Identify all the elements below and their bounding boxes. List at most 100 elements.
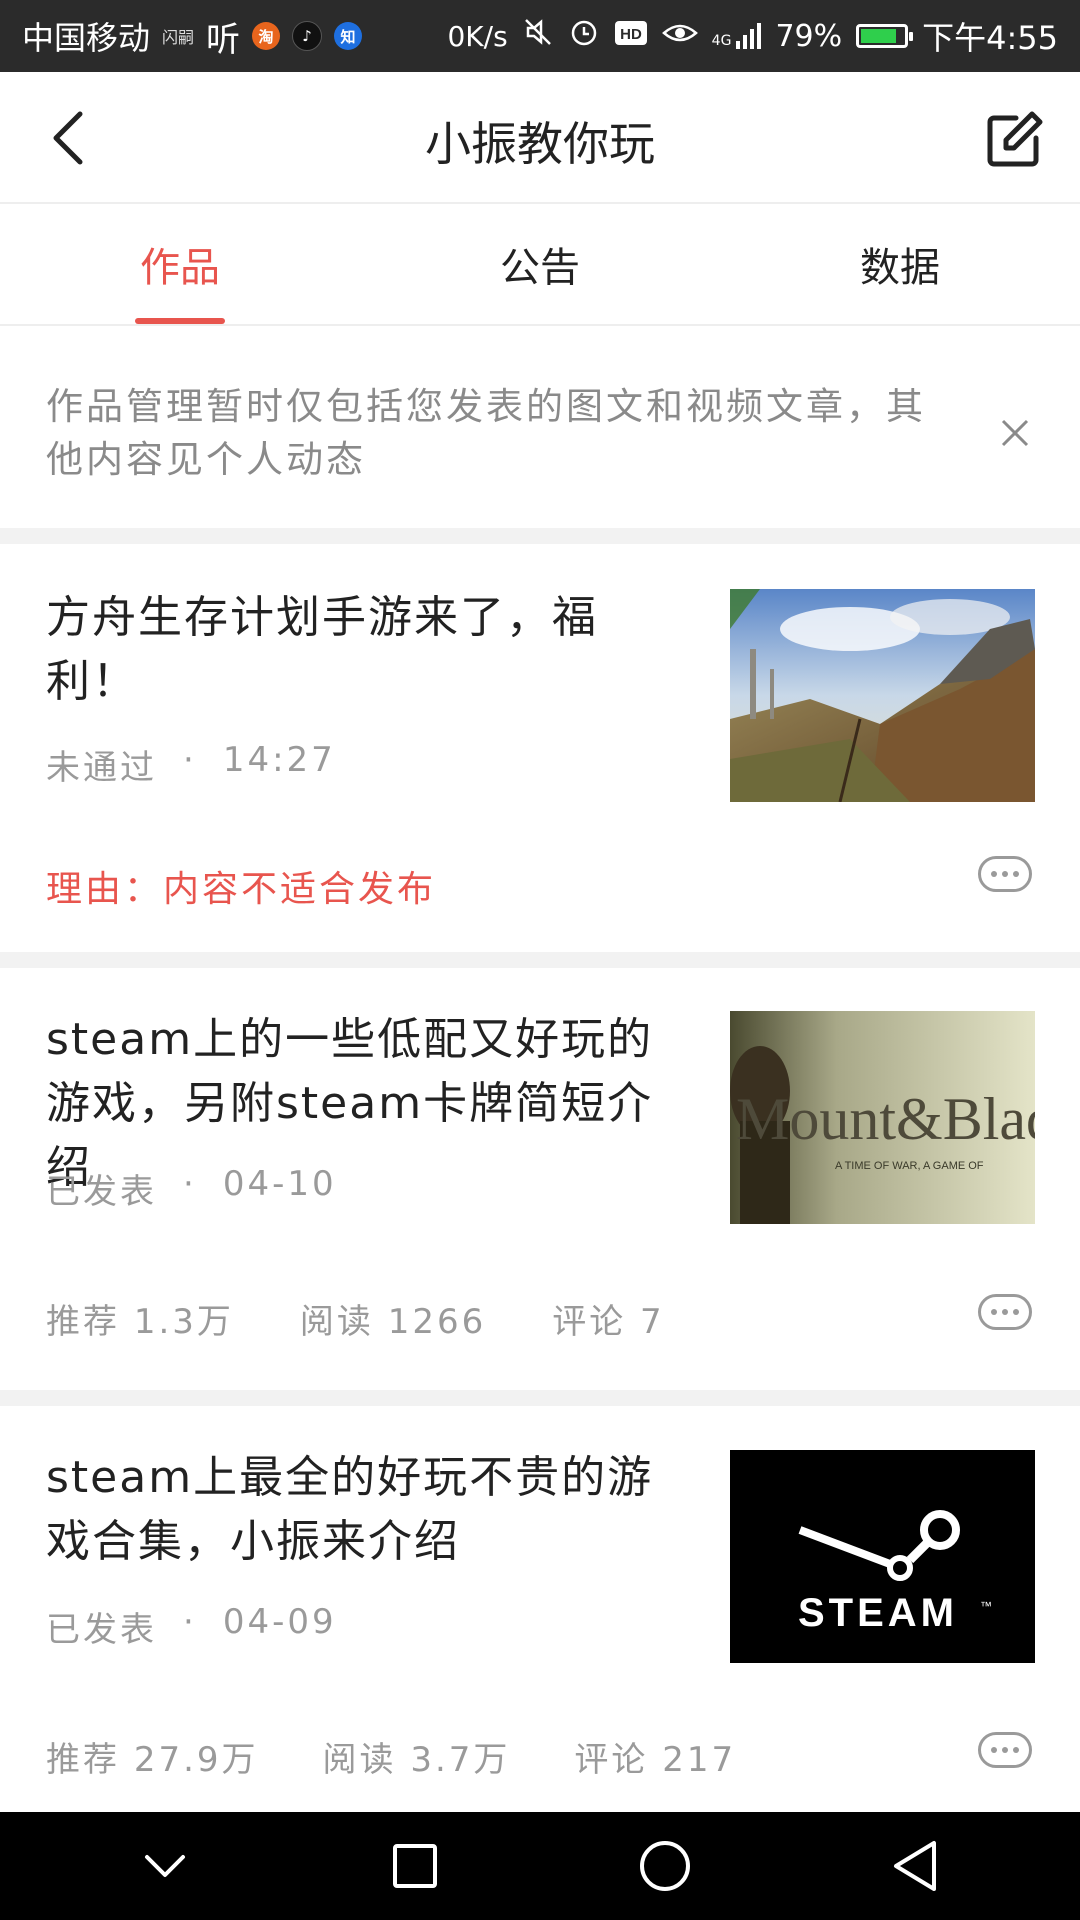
stat-recommend: 推荐 27.9万: [46, 1732, 259, 1781]
rejection-reason: 理由：内容不适合发布: [46, 869, 437, 910]
more-options-button[interactable]: [978, 856, 1032, 892]
zhihu-icon: 知: [334, 22, 363, 50]
section-divider: [0, 1390, 1080, 1406]
article-card[interactable]: steam上最全的好玩不贵的游戏合集，小振来介绍 已发表 · 04-09 STE…: [0, 1406, 1080, 1812]
article-thumbnail[interactable]: STEAM ™: [730, 1450, 1035, 1663]
tab-active-indicator: [135, 318, 225, 324]
stat-comment: 评论 7: [552, 1294, 664, 1343]
more-dot: [991, 1309, 997, 1315]
stat-value: 7: [640, 1302, 665, 1342]
article-thumbnail[interactable]: Mount&Blade A TIME OF WAR, A GAME OF: [730, 1011, 1035, 1224]
battery-fill: [861, 29, 896, 43]
steam-logo-image: STEAM ™: [730, 1450, 1035, 1663]
article-thumbnail[interactable]: [730, 589, 1035, 802]
stat-label: 推荐: [46, 1740, 120, 1780]
section-divider: [0, 952, 1080, 968]
page: 中国移动 闪嗣 听 淘 ♪ 知 0K/s HD 4G 79% 下午4:55 小振…: [0, 0, 1080, 1920]
article-card[interactable]: steam上的一些低配又好玩的游戏，另附steam卡牌简短介绍 已发表 · 04…: [0, 968, 1080, 1390]
nav-back-button[interactable]: [875, 1826, 955, 1906]
meta-separator: ·: [183, 1602, 197, 1642]
tab-data[interactable]: 数据: [720, 204, 1080, 324]
tab-works[interactable]: 作品: [0, 204, 360, 324]
stat-value: 3.7万: [410, 1740, 511, 1780]
listen-app-icon: 听: [206, 19, 241, 60]
meta-separator: ·: [183, 740, 197, 780]
thumbnail-title: Mount&Blade: [736, 1086, 1035, 1152]
stat-label: 阅读: [322, 1740, 397, 1780]
tab-bar: 作品 公告 数据: [0, 204, 1080, 326]
more-dot: [1013, 1309, 1019, 1315]
nav-recents-button[interactable]: [375, 1826, 455, 1906]
app-header: 小振教你玩: [0, 72, 1080, 204]
nav-hide-button[interactable]: [125, 1826, 205, 1906]
more-dot: [1013, 1747, 1019, 1753]
stat-label: 阅读: [299, 1302, 374, 1342]
tab-data-label: 数据: [860, 245, 940, 291]
stat-value: 1.3万: [133, 1302, 234, 1342]
battery-percent: 79%: [775, 18, 843, 54]
more-dot: [1002, 1309, 1008, 1315]
article-time: 04-09: [222, 1602, 337, 1642]
nav-home-button[interactable]: [625, 1826, 705, 1906]
svg-text:HD: HD: [620, 26, 642, 43]
mount-blade-image: Mount&Blade A TIME OF WAR, A GAME OF: [730, 1011, 1035, 1224]
back-arrow-icon: [53, 111, 83, 165]
article-status: 未通过: [46, 748, 157, 788]
status-left: 中国移动 闪嗣 听 淘 ♪ 知: [22, 12, 363, 61]
net-speed: 0K/s: [447, 19, 508, 53]
more-options-button[interactable]: [978, 1294, 1032, 1330]
more-dot: [991, 1747, 997, 1753]
edit-button[interactable]: [974, 100, 1054, 180]
close-icon: [1001, 419, 1029, 447]
stat-label: 评论: [552, 1302, 627, 1342]
stat-value: 27.9万: [133, 1740, 259, 1780]
ark-landscape-image: [730, 589, 1035, 802]
more-dot: [991, 871, 997, 877]
square-icon: [393, 1844, 437, 1888]
taobao-icon: 淘: [252, 22, 281, 50]
alarm-icon: [568, 16, 600, 56]
tab-announcements[interactable]: 公告: [360, 204, 720, 324]
more-dot: [1013, 871, 1019, 877]
article-card[interactable]: 方舟生存计划手游来了，福利！ 未通过 · 14:27 理由：内容不适合发布: [0, 544, 1080, 952]
status-right: 0K/s HD 4G 79% 下午4:55: [447, 13, 1058, 59]
clock: 下午4:55: [922, 19, 1058, 57]
circle-icon: [640, 1841, 690, 1891]
section-divider: [0, 528, 1080, 544]
page-title: 小振教你玩: [425, 117, 655, 171]
back-button[interactable]: [30, 100, 106, 176]
article-time: 14:27: [222, 740, 336, 780]
triangle-back-icon: [894, 1841, 936, 1891]
article-stats: 推荐 1.3万 阅读 1266 评论 7: [46, 1294, 665, 1343]
network-type: 4G: [711, 33, 732, 49]
article-title[interactable]: 方舟生存计划手游来了，福利！: [46, 586, 676, 714]
article-status: 已发表: [46, 1610, 157, 1650]
stat-value: 217: [662, 1740, 737, 1780]
steam-wordmark: STEAM: [798, 1591, 958, 1635]
stat-comment: 评论 217: [574, 1732, 736, 1781]
carrier-sub: 闪嗣: [162, 28, 195, 47]
tab-announcements-label: 公告: [500, 245, 580, 291]
stat-read: 阅读 1266: [300, 1294, 486, 1343]
article-stats: 推荐 27.9万 阅读 3.7万 评论 217: [46, 1732, 736, 1781]
tab-works-label: 作品: [140, 245, 220, 291]
more-options-button[interactable]: [978, 1732, 1032, 1768]
chevron-down-icon: [145, 1855, 185, 1877]
mute-icon: [522, 16, 554, 56]
stat-recommend: 推荐 1.3万: [46, 1294, 234, 1343]
system-nav-bar: [0, 1812, 1080, 1920]
more-dot: [1002, 871, 1008, 877]
article-time: 04-10: [222, 1164, 337, 1204]
meta-separator: ·: [183, 1164, 197, 1204]
notice-text: 作品管理暂时仅包括您发表的图文和视频文章，其他内容见个人动态: [46, 385, 926, 481]
tiktok-icon: ♪: [292, 21, 323, 51]
thumbnail-subtitle: A TIME OF WAR, A GAME OF: [835, 1160, 984, 1172]
article-meta: 已发表 · 04-10: [46, 1164, 337, 1213]
edit-icon: [987, 111, 1043, 167]
hd-icon: HD: [614, 17, 648, 55]
stat-value: 1266: [387, 1302, 487, 1342]
notice-close-button[interactable]: [990, 408, 1040, 458]
article-title[interactable]: steam上最全的好玩不贵的游戏合集，小振来介绍: [46, 1446, 676, 1574]
carrier-name: 中国移动: [22, 19, 151, 57]
more-dot: [1002, 1747, 1008, 1753]
